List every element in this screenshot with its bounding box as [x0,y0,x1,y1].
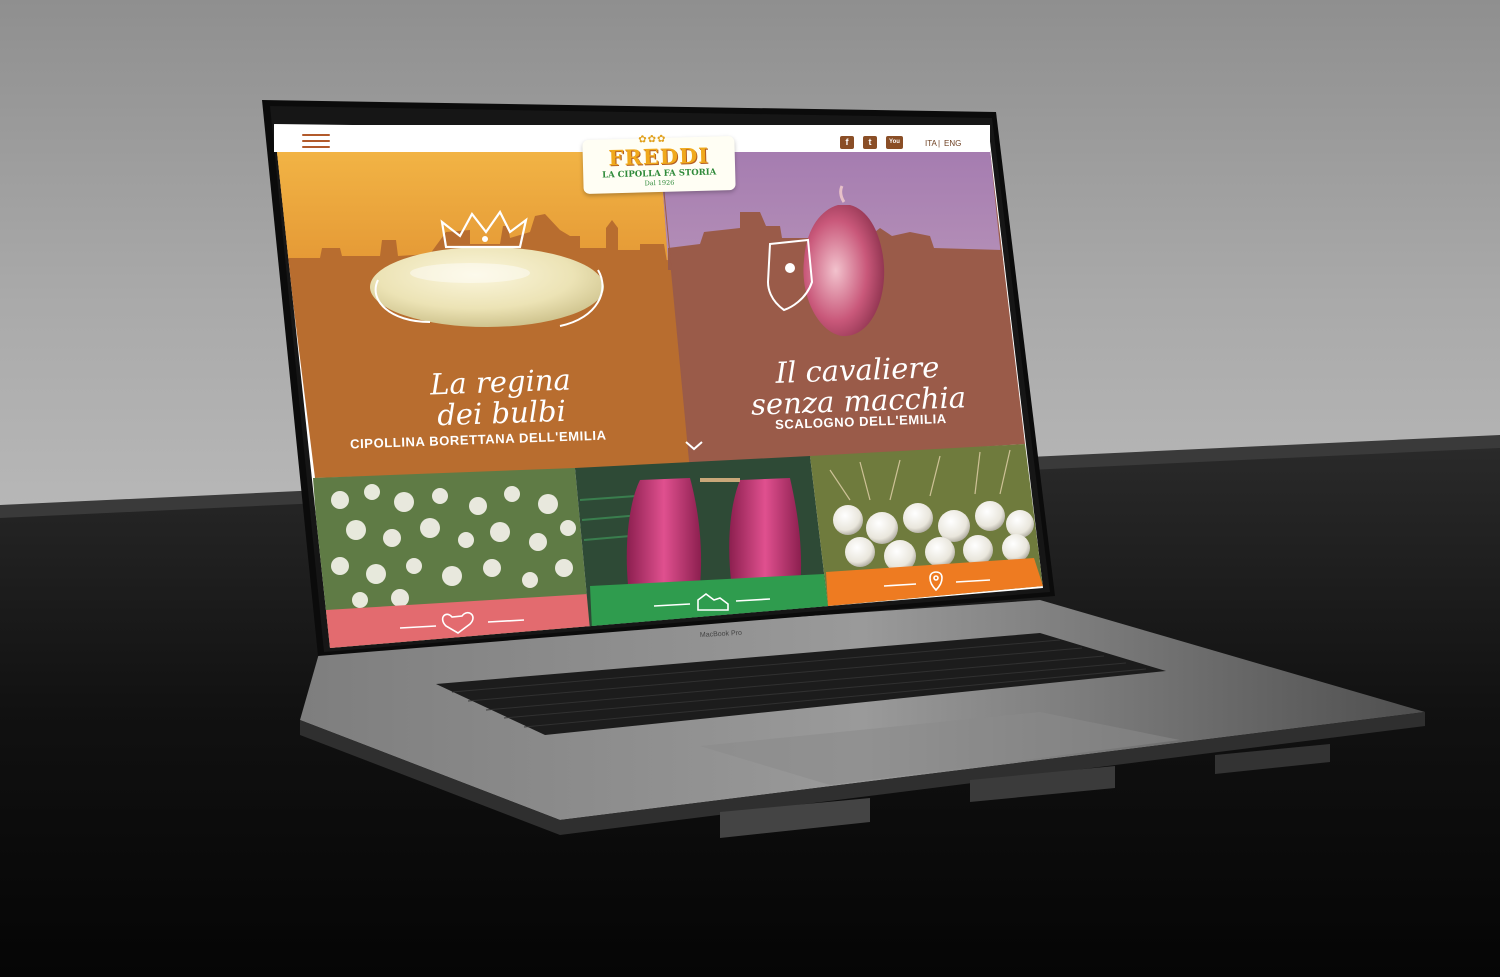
hero-left-subtitle: CIPOLLINA BORETTANA DELL'EMILIA [349,427,607,452]
facebook-icon[interactable]: f [840,136,854,149]
language-eng[interactable]: ENG [944,139,961,148]
twitter-icon[interactable]: t [863,136,877,149]
website: ✿✿✿ FREDDI LA CIPOLLA FA STORIA Dal 1926… [0,0,1500,977]
hamburger-menu-icon[interactable] [302,130,330,150]
hero-left-title-line2: dei bulbi [436,393,567,433]
language-separator: | [938,139,941,148]
youtube-icon[interactable]: You [886,136,903,149]
hero-left-title: La regina dei bulbi [395,363,607,433]
language-ita[interactable]: ITA [925,139,937,148]
freddi-logo[interactable]: ✿✿✿ FREDDI LA CIPOLLA FA STORIA Dal 1926 [582,134,736,194]
